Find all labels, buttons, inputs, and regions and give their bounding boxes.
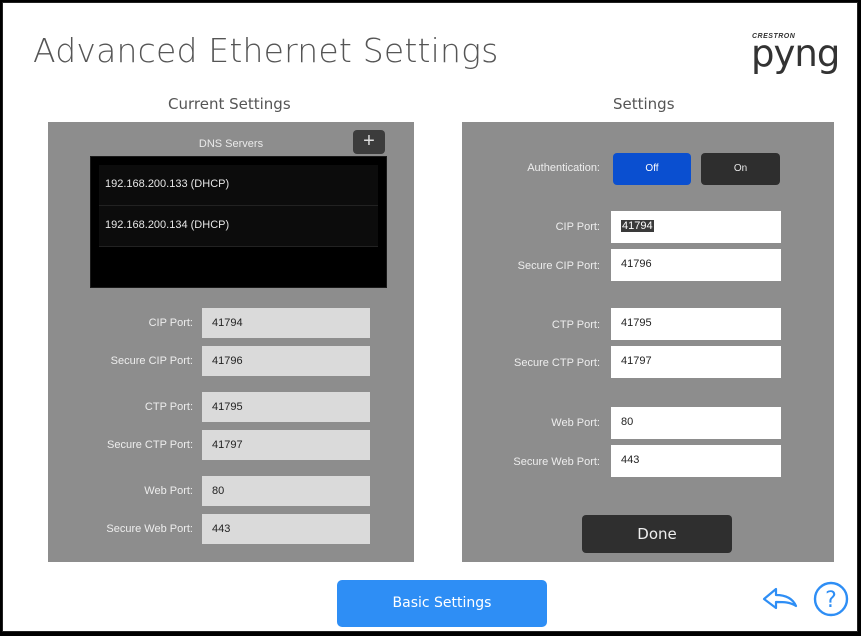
basic-settings-button[interactable]: Basic Settings	[337, 580, 547, 627]
cip-port-label: CIP Port:	[555, 221, 600, 233]
dns-server-row[interactable]: 192.168.200.133 (DHCP)	[99, 165, 378, 206]
ctp-port-label: CTP Port:	[551, 319, 600, 331]
authentication-on-button[interactable]: On	[701, 153, 780, 185]
help-icon[interactable]: ?	[811, 579, 851, 619]
current-cip-port-label: CIP Port:	[148, 317, 193, 329]
authentication-off-button[interactable]: Off	[613, 153, 691, 185]
page-title: Advanced Ethernet Settings	[33, 31, 499, 70]
current-settings-title: Current Settings	[168, 95, 291, 113]
current-secure-web-port-label: Secure Web Port:	[106, 523, 193, 535]
current-cip-port-value: 41794	[202, 308, 370, 338]
current-web-port-value: 80	[202, 476, 370, 506]
cip-port-selected-text: 41794	[621, 220, 654, 232]
current-ctp-port-label: CTP Port:	[144, 401, 193, 413]
secure-web-port-label: Secure Web Port:	[513, 456, 600, 468]
secure-cip-port-input[interactable]: 41796	[611, 249, 781, 281]
done-button[interactable]: Done	[582, 515, 732, 553]
dns-server-row[interactable]: 192.168.200.134 (DHCP)	[99, 206, 378, 247]
dns-server-list: 192.168.200.133 (DHCP) 192.168.200.134 (…	[90, 156, 387, 288]
web-port-label: Web Port:	[551, 417, 600, 429]
settings-panel: Authentication: Off On CIP Port: 41794 S…	[462, 122, 834, 562]
back-arrow-icon[interactable]	[760, 584, 800, 614]
current-secure-web-port-value: 443	[202, 514, 370, 544]
secure-web-port-input[interactable]: 443	[611, 445, 781, 477]
crestron-pyng-logo: CRESTRON pyng	[751, 29, 841, 81]
current-settings-panel: DNS Servers + 192.168.200.133 (DHCP) 192…	[48, 122, 414, 562]
current-secure-cip-port-label: Secure CIP Port:	[110, 355, 193, 367]
help-glyph: ?	[825, 588, 837, 613]
current-ctp-port-value: 41795	[202, 392, 370, 422]
logo-word: pyng	[751, 32, 840, 75]
authentication-label: Authentication:	[527, 162, 600, 174]
secure-ctp-port-input[interactable]: 41797	[611, 346, 781, 378]
current-secure-ctp-port-value: 41797	[202, 430, 370, 460]
app-window: Advanced Ethernet Settings CRESTRON pyng…	[2, 2, 858, 632]
secure-ctp-port-label: Secure CTP Port:	[514, 357, 600, 369]
add-dns-button[interactable]: +	[353, 130, 385, 154]
current-secure-ctp-port-label: Secure CTP Port:	[107, 439, 193, 451]
secure-cip-port-label: Secure CIP Port:	[517, 260, 600, 272]
web-port-input[interactable]: 80	[611, 407, 781, 439]
current-web-port-label: Web Port:	[144, 485, 193, 497]
cip-port-input[interactable]: 41794	[611, 211, 781, 243]
ctp-port-input[interactable]: 41795	[611, 308, 781, 340]
current-secure-cip-port-value: 41796	[202, 346, 370, 376]
settings-title: Settings	[613, 95, 675, 113]
